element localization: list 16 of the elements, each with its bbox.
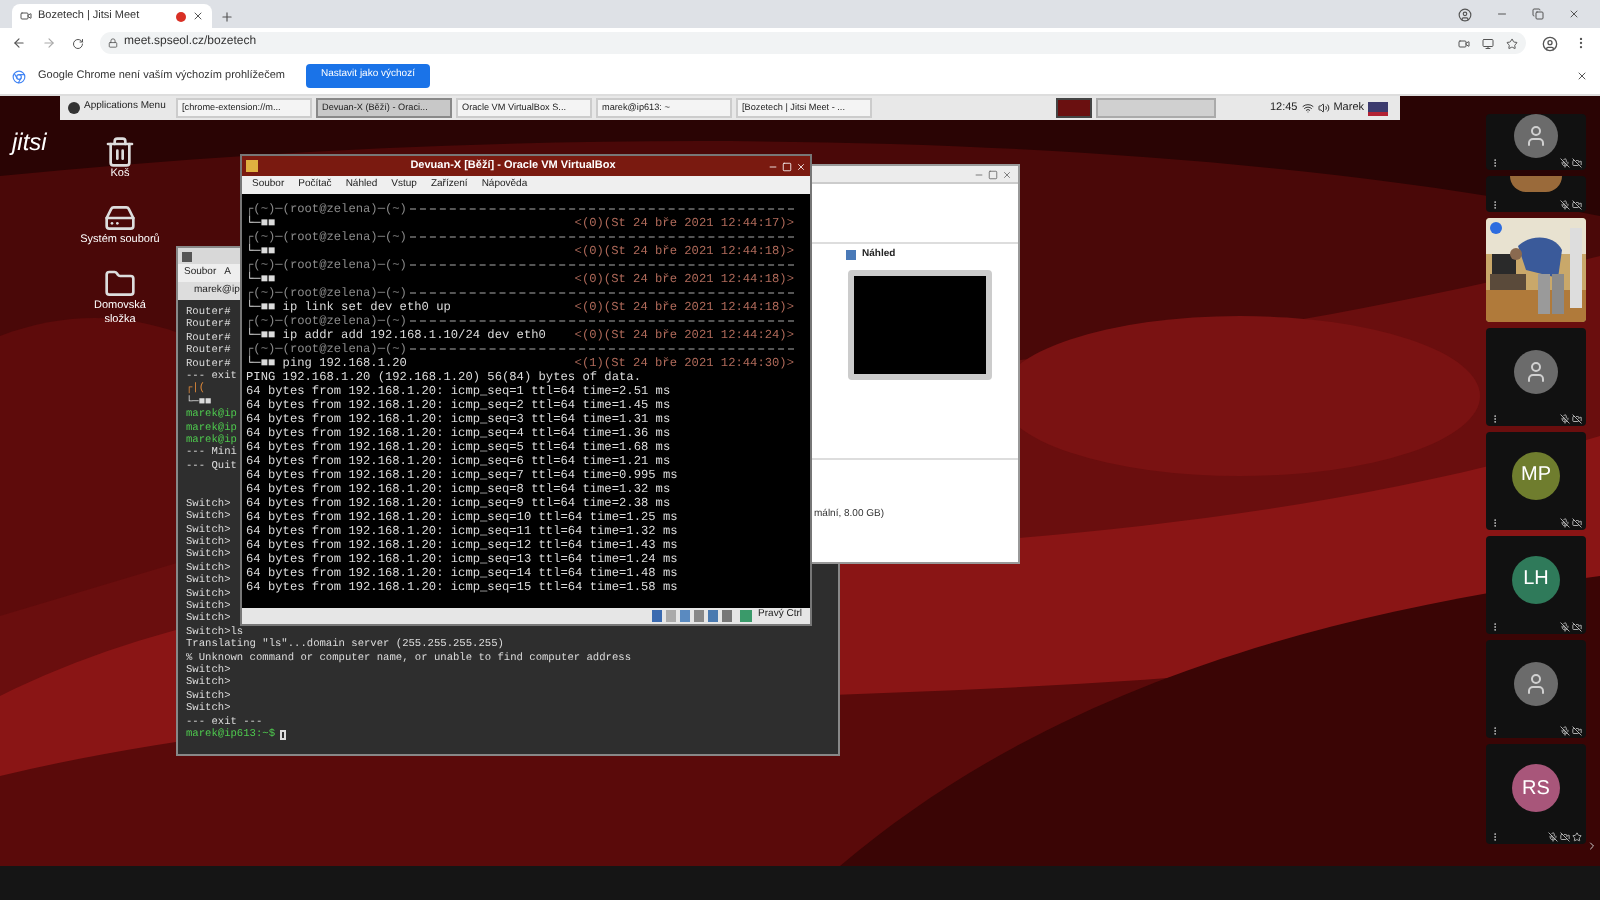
screen-share-icon[interactable] (1482, 37, 1494, 49)
close-infobar-icon[interactable] (1576, 70, 1588, 82)
tab-favicon-icon (20, 10, 32, 22)
new-tab-icon[interactable] (220, 10, 234, 24)
profile-icon[interactable] (1458, 7, 1472, 21)
bookmark-icon[interactable] (1506, 37, 1518, 49)
back-icon[interactable] (12, 36, 26, 50)
close-icon[interactable] (1568, 8, 1580, 20)
chrome-icon (12, 69, 26, 83)
lock-icon (108, 38, 118, 48)
restore-icon[interactable] (1532, 8, 1544, 20)
close-tab-icon[interactable] (192, 10, 204, 22)
reload-icon[interactable] (72, 37, 84, 49)
account-icon[interactable] (1542, 35, 1558, 51)
menu-icon[interactable] (1574, 36, 1588, 50)
camera-icon[interactable] (1458, 37, 1470, 49)
